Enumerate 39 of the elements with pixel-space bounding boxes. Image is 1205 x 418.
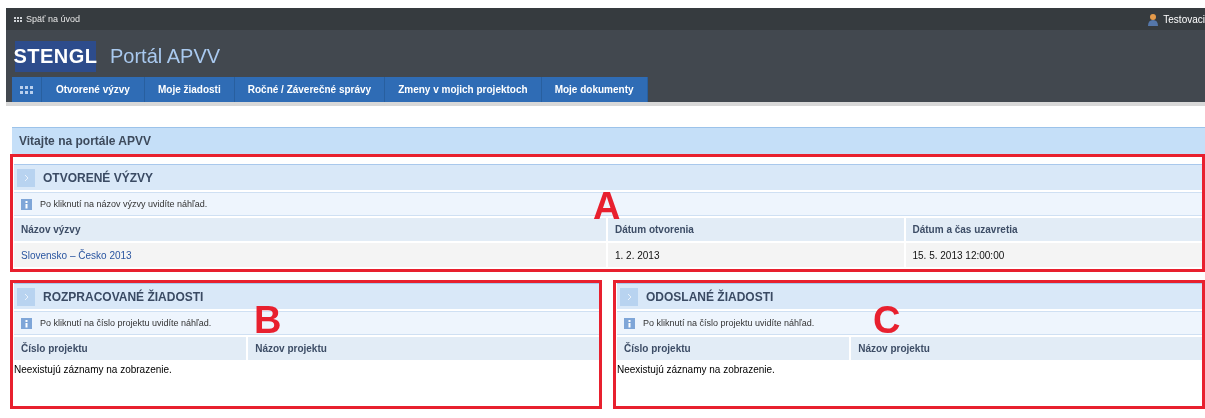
column-header: Názov výzvy: [14, 218, 606, 241]
info-text: Po kliknutí na číslo projektu uvidíte náhľad.: [40, 318, 212, 328]
column-header: Názov projektu: [851, 337, 1202, 360]
user-menu[interactable]: Testovaci: [1147, 12, 1205, 26]
panel-title: OTVORENÉ VÝZVY: [43, 170, 154, 185]
nav-tab[interactable]: Moje dokumenty: [541, 77, 648, 102]
column-header: Dátum otvorenia: [608, 218, 904, 241]
annotation-label: B: [254, 301, 282, 339]
column-header: Číslo projektu: [617, 337, 850, 360]
panel-title: ROZPRACOVANÉ ŽIADOSTI: [43, 289, 204, 304]
user-icon: [1147, 12, 1160, 26]
nav-tab[interactable]: Moje žiadosti: [144, 77, 235, 102]
info-text: Po kliknutí na číslo projektu uvidíte náhľad.: [643, 318, 815, 328]
logo: STENGL: [15, 41, 96, 72]
portal-title: Portál APVV: [110, 45, 221, 68]
column-header: Dátum a čas uzavretia: [905, 218, 1202, 241]
empty-message: Neexistujú záznamy na zobrazenie.: [617, 363, 776, 377]
grid-icon: [20, 85, 33, 94]
chevron-icon: [620, 287, 638, 306]
chevron-icon: [17, 168, 35, 187]
annotation-label: C: [873, 301, 901, 339]
info-icon: [624, 317, 635, 329]
panel-title: ODOSLANÉ ŽIADOSTI: [646, 289, 774, 304]
chevron-icon: [17, 287, 35, 306]
column-header: Názov projektu: [248, 337, 599, 360]
grid-icon: [14, 16, 22, 22]
welcome-heading: Vitajte na portále APVV: [12, 127, 1205, 154]
info-icon: [21, 317, 32, 329]
info-icon: [21, 198, 32, 210]
call-link[interactable]: Slovensko – Česko 2013: [21, 249, 132, 261]
info-text: Po kliknutí na názov výzvy uvidíte náhľad.: [40, 199, 208, 209]
nav-tab[interactable]: Zmeny v mojich projektoch: [385, 77, 542, 102]
back-link[interactable]: Späť na úvod: [14, 14, 80, 24]
column-header: Číslo projektu: [14, 337, 247, 360]
nav-tab[interactable]: Otvorené výzvy: [42, 77, 145, 102]
table-cell: 15. 5. 2013 12:00:00: [905, 243, 1202, 267]
nav-tab[interactable]: Ročné / Záverečné správy: [234, 77, 386, 102]
empty-message: Neexistujú záznamy na zobrazenie.: [14, 363, 173, 377]
table-cell: 1. 2. 2013: [608, 243, 904, 267]
